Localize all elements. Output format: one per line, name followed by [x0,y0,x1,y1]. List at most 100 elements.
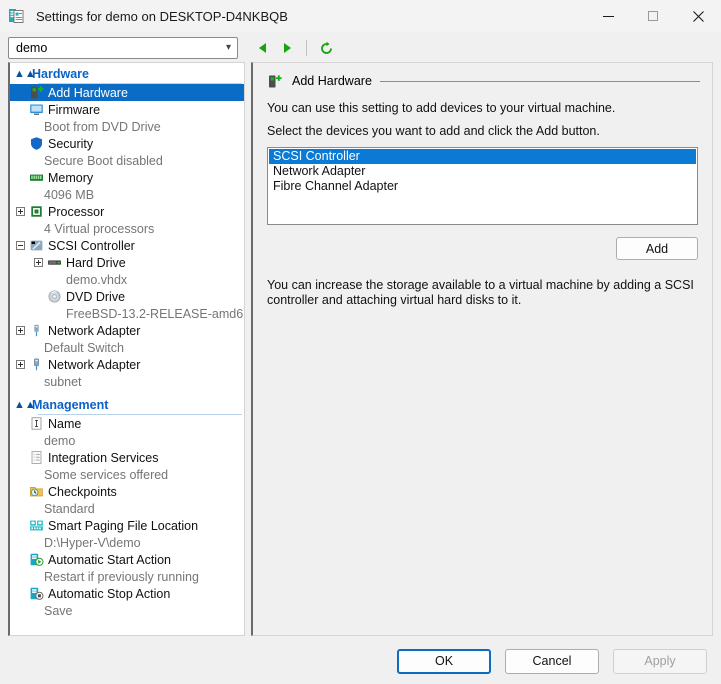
section-header-management[interactable]: ▲▲ Management [10,396,244,415]
tree-item-label: Network Adapter [48,323,141,338]
ok-button[interactable]: OK [397,648,491,674]
hard-drive-icon [45,255,63,271]
main-split: ▲▲ Hardware Add Hardware Firmware Boot f… [8,62,713,636]
tree-item-network-adapter-subnet[interactable]: Network Adapter [10,356,244,373]
tree-item-security[interactable]: Security [10,135,244,152]
settings-detail-pane: Add Hardware You can use this setting to… [251,62,713,636]
tree-item-firmware[interactable]: Firmware [10,101,244,118]
tree-item-scsi-controller[interactable]: SCSI Controller [10,237,244,254]
tree-item-sub: FreeBSD-13.2-RELEASE-amd6… [66,306,244,321]
tree-item-sub: Standard [44,501,95,516]
pane-intro-line-2: Select the devices you want to add and c… [267,124,600,138]
tree-item-label: Network Adapter [48,357,141,372]
refresh-icon[interactable] [315,37,337,59]
dialog-footer: OK Cancel Apply [0,638,721,684]
settings-tree[interactable]: ▲▲ Hardware Add Hardware Firmware Boot f… [8,62,245,636]
device-list-item-fibre-channel-adapter[interactable]: Fibre Channel Adapter [269,179,696,194]
tree-item-processor[interactable]: Processor [10,203,244,220]
chevron-double-up-icon: ▲▲ [14,398,36,411]
tree-item-automatic-stop-action[interactable]: Automatic Stop Action [10,585,244,602]
tree-item-smart-paging-file-location[interactable]: Smart Paging File Location [10,517,244,534]
section-title-management: Management [32,398,109,412]
pane-title: Add Hardware [292,74,372,88]
tree-item-sub: demo [44,433,76,448]
memory-icon [27,170,45,186]
tree-item-integration-services[interactable]: Integration Services [10,449,244,466]
section-title-hardware: Hardware [32,67,89,81]
back-arrow-icon[interactable] [252,37,274,59]
tree-item-add-hardware[interactable]: Add Hardware [10,84,244,101]
tree-item-sub: Boot from DVD Drive [44,119,161,134]
tree-item-sub: 4096 MB [44,187,95,202]
security-shield-icon [27,136,45,152]
smart-paging-icon [27,518,45,534]
tree-item-automatic-start-action[interactable]: Automatic Start Action [10,551,244,568]
name-icon [27,416,45,432]
minimize-icon[interactable] [586,0,631,32]
vm-selector-value: demo [16,41,48,55]
apply-button: Apply [613,648,707,674]
forward-arrow-icon[interactable] [276,37,298,59]
chevron-down-icon: ▾ [225,42,231,53]
vm-selector-dropdown[interactable]: demo ▾ [8,37,238,59]
expander-network-adapter[interactable] [14,322,27,339]
toolbar: demo ▾ [0,34,721,62]
tree-item-label: Firmware [48,102,101,117]
firmware-icon [27,102,45,118]
tree-item-network-adapter-default-switch[interactable]: Network Adapter [10,322,244,339]
expander-hard-drive[interactable] [32,254,45,271]
tree-item-hard-drive[interactable]: Hard Drive [10,254,244,271]
tree-item-label: Automatic Stop Action [48,586,171,601]
expander-network-adapter[interactable] [14,356,27,373]
tree-item-sub: Default Switch [44,340,124,355]
expander-processor[interactable] [14,203,27,220]
tree-item-sub: demo.vhdx [66,272,128,287]
tree-item-sub: Restart if previously running [44,569,199,584]
pane-description: You can increase the storage available t… [267,278,694,307]
device-list-item-network-adapter[interactable]: Network Adapter [269,164,696,179]
tree-item-checkpoints[interactable]: Checkpoints [10,483,244,500]
tree-item-sub: D:\Hyper-V\demo [44,535,141,550]
section-header-hardware[interactable]: ▲▲ Hardware [10,65,244,84]
tree-item-name[interactable]: Name [10,415,244,432]
maximize-icon[interactable] [631,0,676,32]
pane-header-rule [379,80,700,82]
cancel-button[interactable]: Cancel [505,648,599,674]
tree-item-label: Add Hardware [48,85,128,100]
scsi-controller-icon [27,238,45,254]
device-list[interactable]: SCSI Controller Network Adapter Fibre Ch… [267,147,698,225]
tree-item-sub: 4 Virtual processors [44,221,155,236]
tree-item-sub: Save [44,603,73,618]
window-controls [586,0,721,32]
tree-item-memory[interactable]: Memory [10,169,244,186]
automatic-stop-icon [27,586,45,602]
add-button[interactable]: Add [616,237,698,260]
pane-intro-line-1: You can use this setting to add devices … [267,101,616,115]
chevron-double-up-icon: ▲▲ [14,67,36,80]
close-icon[interactable] [676,0,721,32]
add-hardware-icon [27,85,45,101]
add-button-row: Add [265,237,698,260]
tree-item-label: Checkpoints [48,484,117,499]
title-bar: Settings for demo on DESKTOP-D4NKBQB [0,0,721,32]
toolbar-separator [306,40,307,56]
tree-item-label: Automatic Start Action [48,552,171,567]
tree-item-label: Integration Services [48,450,159,465]
device-list-item-scsi-controller[interactable]: SCSI Controller [269,149,696,164]
integration-services-icon [27,450,45,466]
pane-header: Add Hardware [265,71,700,91]
tree-item-dvd-drive[interactable]: DVD Drive [10,288,244,305]
tree-item-label: Memory [48,170,94,185]
expander-scsi-controller[interactable] [14,237,27,254]
tree-item-sub: Secure Boot disabled [44,153,163,168]
tree-item-label: DVD Drive [66,289,126,304]
